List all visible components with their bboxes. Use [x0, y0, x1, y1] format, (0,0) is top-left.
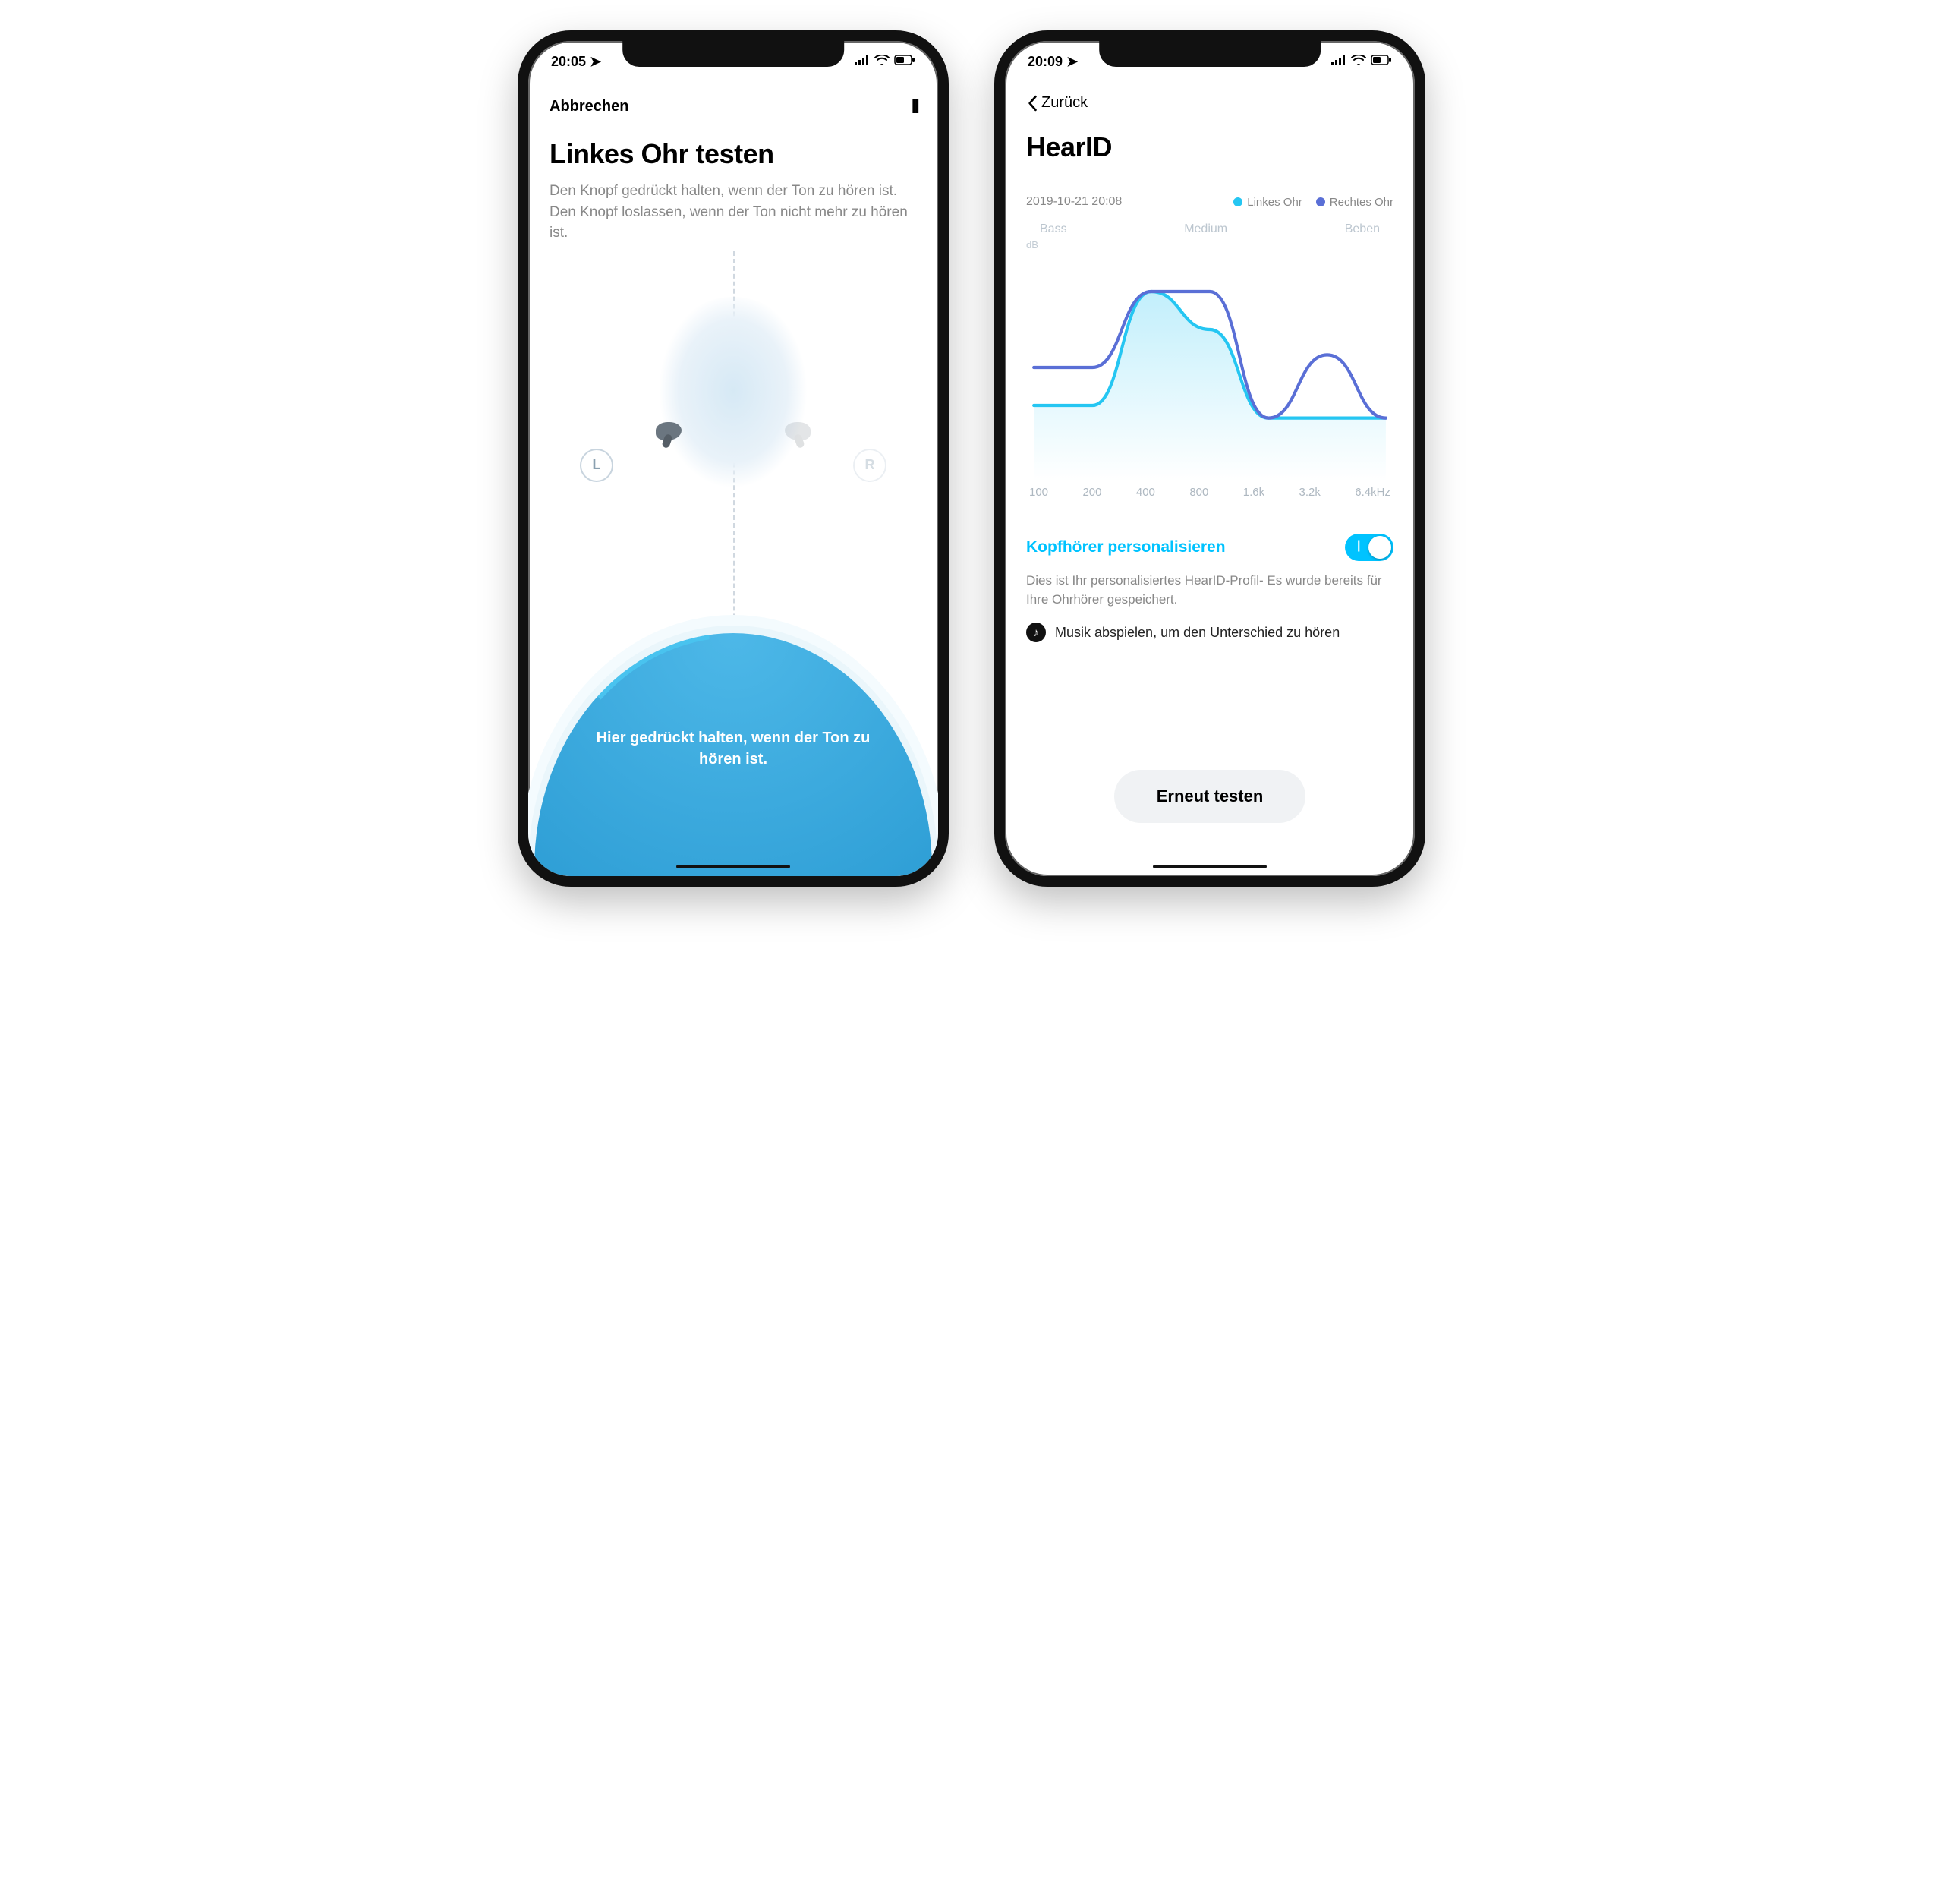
legend-dot-left: [1233, 197, 1242, 206]
retest-button[interactable]: Erneut testen: [1114, 770, 1306, 823]
wifi-icon: [874, 55, 890, 69]
head-illustration: L R Hier gedrückt halten, wenn der Ton z…: [550, 251, 917, 846]
location-icon: ➤: [590, 54, 601, 69]
status-time: 20:09: [1028, 54, 1063, 69]
status-time: 20:05: [551, 54, 586, 69]
phone-right: 20:09 ➤ Zurück HearID 2019-10-21 20:08 L…: [994, 30, 1425, 887]
chevron-left-icon: [1026, 95, 1038, 112]
earbud-right-icon: [785, 422, 811, 440]
play-music-button[interactable]: ♪ Musik abspielen, um den Unterschied zu…: [1026, 623, 1393, 642]
ear-label-right: R: [853, 449, 886, 482]
personalize-label: Kopfhörer personalisieren: [1026, 538, 1226, 556]
page-title: HearID: [1026, 131, 1393, 163]
chart-db-label: dB: [1026, 239, 1393, 251]
pause-button[interactable]: II: [911, 94, 917, 118]
phone-left: 20:05 ➤ Abbrechen II Linkes Ohr testen D…: [518, 30, 949, 887]
legend-dot-right: [1316, 197, 1325, 206]
signal-icon: [1331, 55, 1346, 69]
back-label: Zurück: [1041, 94, 1088, 112]
personalize-toggle[interactable]: [1345, 534, 1393, 561]
location-icon: ➤: [1066, 54, 1078, 69]
instruction-text: Den Knopf gedrückt halten, wenn der Ton …: [550, 181, 917, 244]
personalize-description: Dies ist Ihr personalisiertes HearID-Pro…: [1026, 572, 1393, 609]
music-note-icon: ♪: [1026, 623, 1046, 642]
ear-label-left: L: [580, 449, 613, 482]
status-bar: 20:09 ➤: [1005, 49, 1415, 74]
hearid-chart: [1026, 254, 1393, 481]
battery-icon: [894, 55, 915, 69]
chart-legend: Linkes Ohr Rechtes Ohr: [1233, 196, 1393, 209]
status-bar: 20:05 ➤: [528, 49, 938, 74]
chart-band-labels: BassMediumBeben: [1032, 222, 1387, 236]
battery-icon: [1371, 55, 1392, 69]
back-button[interactable]: Zurück: [1026, 94, 1393, 112]
play-music-label: Musik abspielen, um den Unterschied zu h…: [1055, 625, 1340, 641]
signal-icon: [855, 55, 870, 69]
cancel-button[interactable]: Abbrechen: [550, 98, 628, 115]
page-title: Linkes Ohr testen: [550, 138, 917, 170]
chart-timestamp: 2019-10-21 20:08: [1026, 195, 1122, 209]
chart-x-ticks: 1002004008001.6k3.2k6.4kHz: [1026, 486, 1393, 499]
hold-button-label: Hier gedrückt halten, wenn der Ton zu hö…: [550, 727, 917, 770]
wifi-icon: [1351, 55, 1366, 69]
